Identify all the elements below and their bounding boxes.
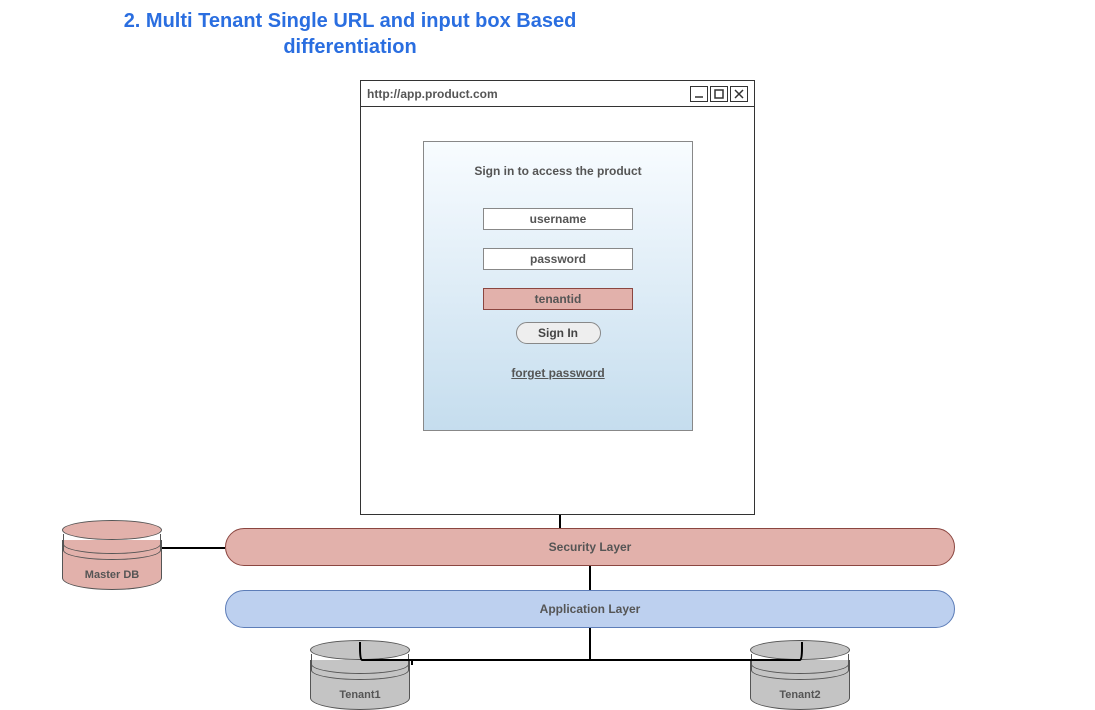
diagram-title: 2. Multi Tenant Single URL and input box… (80, 8, 620, 60)
tenant2-db: Tenant2 (750, 640, 850, 710)
minimize-icon[interactable] (690, 86, 708, 102)
security-layer: Security Layer (225, 528, 955, 566)
master-db-label: Master DB (63, 569, 161, 581)
maximize-icon[interactable] (710, 86, 728, 102)
tenant2-db-label: Tenant2 (751, 689, 849, 701)
tenant1-db-label: Tenant1 (311, 689, 409, 701)
close-icon[interactable] (730, 86, 748, 102)
forget-password-link[interactable]: forget password (424, 366, 692, 380)
browser-url: http://app.product.com (367, 87, 498, 101)
tenant1-db: Tenant1 (310, 640, 410, 710)
application-layer: Application Layer (225, 590, 955, 628)
tenantid-field[interactable]: tenantid (483, 288, 633, 310)
signin-button[interactable]: Sign In (516, 322, 601, 344)
password-field[interactable]: password (483, 248, 633, 270)
browser-titlebar: http://app.product.com (361, 81, 754, 107)
window-buttons (690, 86, 748, 102)
username-field[interactable]: username (483, 208, 633, 230)
login-heading: Sign in to access the product (424, 164, 692, 178)
login-panel: Sign in to access the product username p… (423, 141, 693, 431)
browser-window: http://app.product.com Sign in to access… (360, 80, 755, 515)
master-db: Master DB (62, 520, 162, 590)
